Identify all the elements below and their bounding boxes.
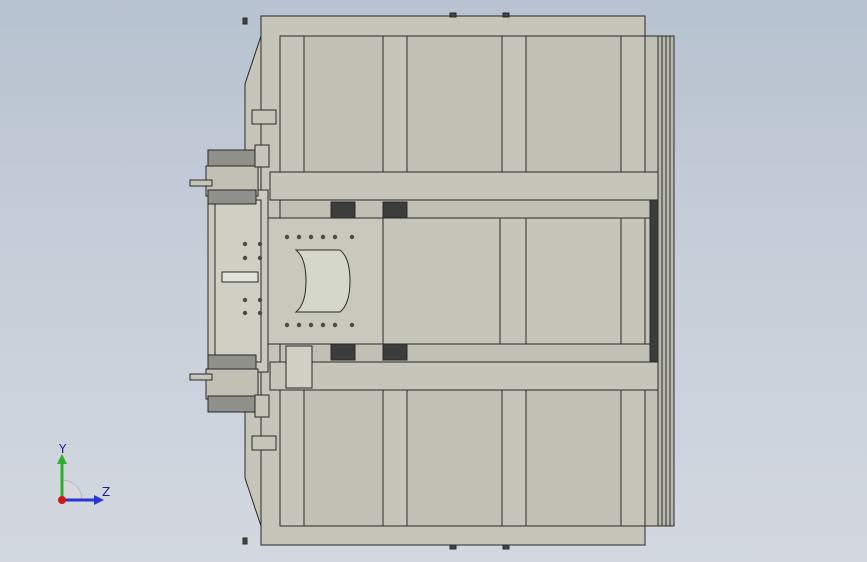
mounting-hole	[257, 310, 263, 316]
mounting-hole	[242, 255, 248, 261]
mounting-hole	[257, 241, 263, 247]
mounting-hole	[296, 234, 302, 240]
x-axis-origin	[58, 496, 66, 504]
clip	[254, 144, 270, 168]
lower-wheel-top	[207, 354, 257, 370]
mounting-hole	[284, 234, 290, 240]
mounting-hole	[284, 322, 290, 328]
mounting-hole	[308, 322, 314, 328]
chassis-top-view-model[interactable]	[0, 0, 867, 562]
lower-wheel-bottom	[207, 395, 257, 413]
mounting-hole	[308, 234, 314, 240]
lower-deck-panel	[279, 389, 659, 527]
stiffener	[501, 389, 527, 527]
clip	[251, 109, 277, 125]
mounting-hole	[242, 241, 248, 247]
mounting-hole	[257, 297, 263, 303]
cad-graphics-viewport[interactable]: Y Z	[0, 0, 867, 562]
mounting-hole	[332, 322, 338, 328]
mounting-hole	[320, 322, 326, 328]
stiffener	[382, 35, 408, 173]
stiffener	[620, 35, 646, 173]
mounting-hole	[296, 322, 302, 328]
clip	[254, 394, 270, 418]
bracket-slot	[221, 271, 259, 283]
mounting-hole	[320, 234, 326, 240]
mounting-hole	[349, 322, 355, 328]
mounting-hole	[332, 234, 338, 240]
tab	[242, 537, 248, 545]
stiffener	[501, 35, 527, 173]
pin	[189, 179, 213, 187]
dark-block	[330, 201, 356, 219]
dark-block	[330, 343, 356, 361]
upper-wheel-bottom	[207, 189, 257, 205]
upper-deck-panel	[279, 35, 659, 173]
upper-cross-beam	[269, 171, 659, 201]
tab	[502, 12, 510, 18]
tab	[449, 12, 457, 18]
stiffener	[279, 35, 305, 173]
mounting-hole	[349, 234, 355, 240]
tab	[502, 544, 510, 550]
tab	[242, 17, 248, 25]
pin	[189, 373, 213, 381]
triad-plane-indicator	[61, 479, 83, 501]
z-axis-label: Z	[102, 485, 111, 499]
mounting-hole	[257, 255, 263, 261]
stiffener	[620, 217, 646, 345]
mounting-hole	[242, 297, 248, 303]
upper-wheel-top	[207, 149, 257, 167]
lower-cross-beam	[269, 361, 659, 391]
y-axis-label: Y	[59, 442, 67, 456]
stiffener	[620, 389, 646, 527]
stiffener	[279, 389, 305, 527]
lower-wheel-housing	[205, 368, 259, 400]
stiffener	[499, 217, 527, 345]
dark-strip	[649, 199, 659, 363]
dark-block	[382, 343, 408, 361]
stiffener	[382, 389, 408, 527]
dark-block	[382, 201, 408, 219]
clip	[251, 435, 277, 451]
corner-bracket	[285, 345, 313, 389]
tab	[449, 544, 457, 550]
mounting-hole	[242, 310, 248, 316]
